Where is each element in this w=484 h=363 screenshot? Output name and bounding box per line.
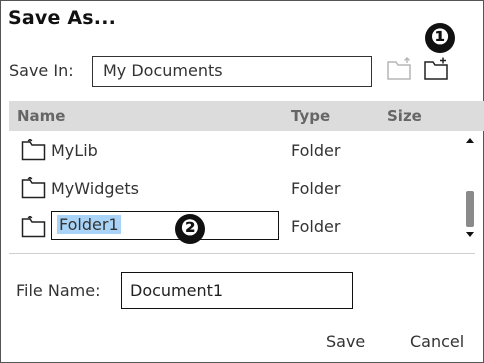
list-item-name[interactable]: MyLib xyxy=(51,141,98,160)
up-folder-icon[interactable] xyxy=(386,57,414,81)
list-item-type: Folder xyxy=(291,217,341,236)
save-in-label: Save In: xyxy=(9,61,74,80)
rename-input[interactable]: Folder1 xyxy=(51,211,279,240)
new-folder-icon[interactable] xyxy=(423,57,451,81)
folder-icon xyxy=(21,216,46,238)
folder-icon xyxy=(21,139,46,161)
save-in-field[interactable]: My Documents xyxy=(92,56,372,87)
save-as-dialog: Save As... ❶ Save In: My Documents Name … xyxy=(0,0,484,363)
scrollbar-thumb[interactable] xyxy=(466,191,474,227)
list-item-name[interactable]: MyWidgets xyxy=(51,179,139,198)
callout-marker-1: ❶ xyxy=(425,23,455,53)
column-header-name[interactable]: Name xyxy=(17,107,65,125)
column-header-size[interactable]: Size xyxy=(387,107,422,125)
list-item-type: Folder xyxy=(291,141,341,160)
save-button[interactable]: Save xyxy=(326,332,365,351)
column-header-type[interactable]: Type xyxy=(291,107,330,125)
file-name-input[interactable]: Document1 xyxy=(121,272,353,309)
callout-marker-2: ❷ xyxy=(175,214,205,244)
list-item-type: Folder xyxy=(291,179,341,198)
file-name-label: File Name: xyxy=(16,281,101,300)
folder-icon xyxy=(21,177,46,199)
scroll-down-arrow-icon[interactable] xyxy=(463,230,477,240)
divider xyxy=(9,253,475,254)
cancel-button[interactable]: Cancel xyxy=(410,332,464,351)
dialog-title: Save As... xyxy=(8,7,117,29)
rename-selected-text[interactable]: Folder1 xyxy=(57,215,121,234)
scroll-up-arrow-icon[interactable] xyxy=(463,135,477,145)
